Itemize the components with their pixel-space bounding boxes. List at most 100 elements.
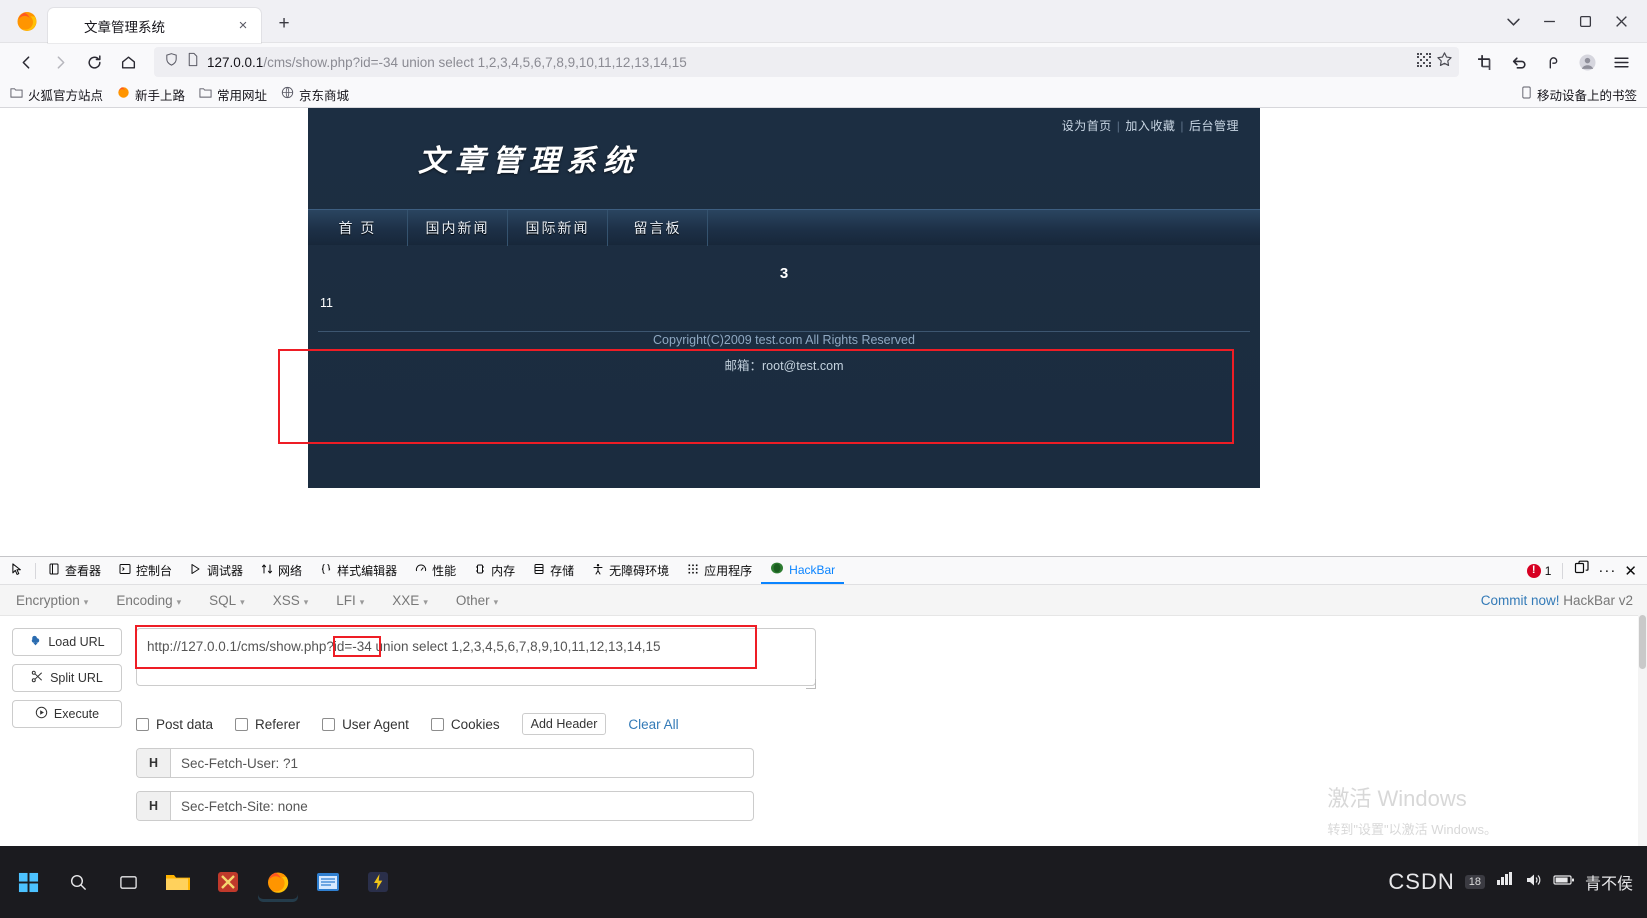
- app-button[interactable]: [208, 862, 248, 902]
- reload-icon[interactable]: [78, 47, 110, 77]
- bookmark-item-2[interactable]: 常用网址: [199, 85, 267, 104]
- execute-button[interactable]: Execute: [12, 700, 122, 728]
- forward-icon[interactable]: [44, 47, 76, 77]
- dock-toggle-icon[interactable]: [1574, 560, 1590, 581]
- hackbar-menu-lfi[interactable]: LFI ▾: [332, 593, 374, 608]
- undo-icon[interactable]: [1503, 47, 1535, 77]
- devtools-tab-memory[interactable]: 内存: [465, 557, 524, 584]
- new-tab-button[interactable]: +: [269, 9, 299, 39]
- firefox-taskbar-button[interactable]: [258, 862, 298, 902]
- site-nav-item-international-news[interactable]: 国际新闻: [508, 210, 608, 246]
- home-icon[interactable]: [112, 47, 144, 77]
- taskbar-items: [0, 862, 398, 902]
- element-picker-icon[interactable]: [4, 558, 32, 584]
- hackbar-menu-encryption[interactable]: Encryption ▾: [12, 593, 98, 608]
- bookmark-item-3[interactable]: 京东商城: [281, 85, 349, 104]
- browser-tab[interactable]: 文章管理系统 ×: [48, 8, 261, 43]
- devtools-tab-application[interactable]: 应用程序: [678, 557, 761, 584]
- shield-icon[interactable]: [164, 52, 179, 72]
- devtools-tab-inspector[interactable]: 查看器: [39, 557, 110, 584]
- devtools-close-icon[interactable]: ✕: [1624, 562, 1637, 580]
- close-icon[interactable]: ×: [233, 16, 253, 36]
- checkbox-box[interactable]: [430, 717, 444, 731]
- hackbar-menu-sql[interactable]: SQL ▾: [205, 593, 255, 608]
- devtools-tab-style-editor[interactable]: 样式编辑器: [311, 557, 406, 584]
- window-close-icon[interactable]: [1605, 6, 1637, 36]
- hackbar-menubar: Encryption ▾ Encoding ▾ SQL ▾ XSS ▾ LFI ▾ XXE…: [0, 585, 1647, 616]
- checkbox-user-agent[interactable]: User Agent: [322, 717, 409, 732]
- execute-icon: [35, 706, 48, 722]
- file-explorer-button[interactable]: [158, 862, 198, 902]
- add-header-button[interactable]: Add Header: [521, 713, 607, 735]
- page-info-icon[interactable]: [186, 52, 200, 72]
- scrollbar-thumb[interactable]: [1639, 615, 1646, 669]
- site-nav-item-domestic-news[interactable]: 国内新闻: [408, 210, 508, 246]
- devtools-tab-hackbar[interactable]: HackBar: [761, 557, 845, 584]
- hackbar-menu-xss[interactable]: XSS ▾: [269, 593, 319, 608]
- checkbox-box[interactable]: [235, 717, 249, 731]
- header-value-input[interactable]: Sec-Fetch-Site: none: [171, 792, 753, 820]
- screenshot-icon[interactable]: [1469, 47, 1501, 77]
- error-count-badge[interactable]: ! 1: [1526, 563, 1551, 578]
- start-button[interactable]: [8, 862, 48, 902]
- devtools-tab-storage[interactable]: 存储: [524, 557, 583, 584]
- navigation-toolbar: 127.0.0.1/cms/show.php?id=-34 union sele…: [0, 43, 1647, 81]
- checkbox-cookies[interactable]: Cookies: [430, 717, 500, 732]
- split-url-button[interactable]: Split URL: [12, 664, 122, 692]
- maximize-icon[interactable]: [1569, 6, 1601, 36]
- checkbox-box[interactable]: [136, 717, 149, 731]
- battery-icon[interactable]: [1553, 873, 1575, 892]
- checkbox-post-data[interactable]: Post data: [136, 717, 213, 732]
- mobile-bookmarks-item[interactable]: 移动设备上的书签: [1521, 85, 1637, 104]
- checkbox-box[interactable]: [322, 717, 336, 731]
- link-admin[interactable]: 后台管理: [1184, 119, 1244, 133]
- search-button[interactable]: [58, 862, 98, 902]
- back-icon[interactable]: [10, 47, 42, 77]
- editor-button[interactable]: [308, 862, 348, 902]
- flash-button[interactable]: [358, 862, 398, 902]
- bookmark-item-0[interactable]: 火狐官方站点: [10, 85, 103, 104]
- ime-indicator[interactable]: 青不侯: [1585, 870, 1633, 894]
- hackbar-menu-xxe[interactable]: XXE ▾: [388, 593, 438, 608]
- browser-chrome: 文章管理系统 × + 127.0.0.1/cms/show.php?id=-34…: [0, 0, 1647, 108]
- windows-taskbar: CSDN 18 青不侯: [0, 846, 1647, 918]
- devtools-tab-performance[interactable]: 性能: [406, 557, 465, 584]
- qr-code-icon[interactable]: [1416, 52, 1432, 73]
- commit-now-link[interactable]: Commit now!: [1481, 593, 1560, 608]
- url-bar[interactable]: 127.0.0.1/cms/show.php?id=-34 union sele…: [154, 47, 1459, 77]
- minimize-icon[interactable]: [1533, 6, 1565, 36]
- devtools-tab-network[interactable]: 网络: [252, 557, 311, 584]
- hackbar-menu-encoding[interactable]: Encoding ▾: [112, 593, 191, 608]
- hackbar-url-input[interactable]: [136, 628, 816, 686]
- devtools-scrollbar[interactable]: [1638, 613, 1647, 847]
- hackbar-menu-other[interactable]: Other ▾: [452, 593, 508, 608]
- devtools-tab-accessibility[interactable]: 无障碍环境: [583, 557, 678, 584]
- pocket-icon[interactable]: [1537, 47, 1569, 77]
- site-nav-item-home[interactable]: 首 页: [308, 210, 408, 246]
- task-view-button[interactable]: [108, 862, 148, 902]
- list-all-tabs-icon[interactable]: [1497, 6, 1529, 36]
- bookmark-star-icon[interactable]: [1436, 51, 1453, 73]
- devtools-tab-label: 存储: [550, 564, 575, 578]
- devtools-more-icon[interactable]: ···: [1598, 562, 1616, 579]
- textarea-resize-handle[interactable]: [806, 679, 816, 689]
- load-url-button[interactable]: Load URL: [12, 628, 122, 656]
- clear-all-link[interactable]: Clear All: [628, 717, 678, 732]
- header-row-0: H Sec-Fetch-User: ?1: [136, 748, 754, 778]
- devtools-tab-debugger[interactable]: 调试器: [181, 557, 252, 584]
- checkbox-referer[interactable]: Referer: [235, 717, 300, 732]
- app-menu-icon[interactable]: [1605, 47, 1637, 77]
- notification-badge[interactable]: 18: [1464, 875, 1485, 889]
- memory-icon: [474, 563, 486, 578]
- link-add-favorite[interactable]: 加入收藏: [1120, 119, 1180, 133]
- bookmark-item-1[interactable]: 新手上路: [117, 85, 185, 104]
- devtools-tab-console[interactable]: 控制台: [110, 557, 181, 584]
- account-icon[interactable]: [1571, 47, 1603, 77]
- csdn-brand: CSDN: [1388, 869, 1455, 894]
- header-value-input[interactable]: Sec-Fetch-User: ?1: [171, 749, 753, 777]
- network-icon[interactable]: [1495, 871, 1515, 894]
- site-nav-item-guestbook[interactable]: 留言板: [608, 210, 708, 246]
- volume-icon[interactable]: [1525, 872, 1543, 893]
- header-row-1: H Sec-Fetch-Site: none: [136, 791, 754, 821]
- link-set-homepage[interactable]: 设为首页: [1057, 119, 1117, 133]
